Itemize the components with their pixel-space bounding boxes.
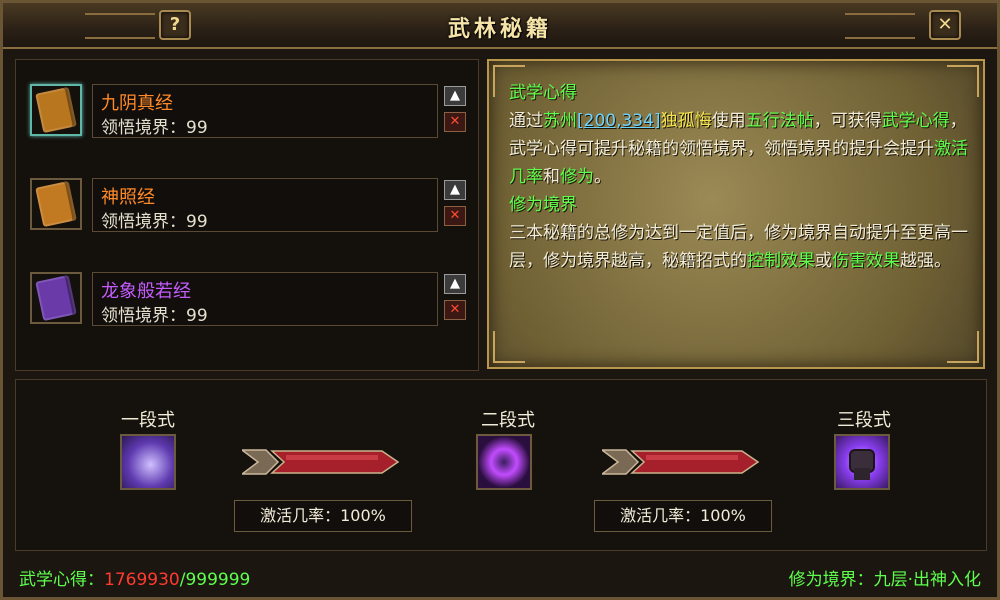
dark-grab-icon[interactable] [476,434,532,490]
stage-label-2: 二段式 [481,410,535,431]
text: 。 [594,167,611,187]
book-icon[interactable] [30,178,82,230]
heading-xiuwei-jingjie: 修为境界 [509,195,577,215]
martial-secrets-window: ? 武林秘籍 ✕ 九阴真经 领悟境界：99 ▲ ✕ 神照经 领悟境界：99 ▲ … [0,0,1000,600]
text: 通过 [509,111,543,131]
stage-label-1: 一段式 [121,410,175,431]
move-up-button[interactable]: ▲ [444,180,466,200]
paragraph-wuxue-xinde: 通过苏州[200,334]独孤悔使用五行法帖，可获得武学心得，武学心得可提升秘籍… [509,107,969,191]
info-panel: 武学心得 通过苏州[200,334]独孤悔使用五行法帖，可获得武学心得，武学心得… [487,59,985,369]
xinde-current: 1769930 [104,570,180,590]
book-name: 龙象般若经 [101,281,191,302]
title-bar: ? 武林秘籍 ✕ [3,3,997,49]
footer-bar: 武学心得：1769930/999999 修为境界：九层·出神入化 [15,559,985,593]
book-item-jiuyin[interactable]: 九阴真经 领悟境界：99 ▲ ✕ [26,76,468,142]
book-cover-icon [35,180,77,228]
heading-wuxue-xinde: 武学心得 [509,83,577,103]
close-button[interactable]: ✕ [929,10,961,40]
keyword: 武学心得 [881,111,950,131]
text: 越强。 [900,251,951,271]
book-level: 领悟境界：99 [101,306,208,326]
book-cover-icon [35,274,77,322]
book-icon[interactable] [30,84,82,136]
keyword: 伤害效果 [832,251,900,271]
city-name: 苏州 [543,111,577,131]
remove-button[interactable]: ✕ [444,112,466,132]
corner-ornament [493,331,525,363]
activation-rate-1: 激活几率：100% [234,500,412,532]
purple-claw-icon[interactable] [120,434,176,490]
remove-button[interactable]: ✕ [444,206,466,226]
xinde-label: 武学心得： [19,570,104,590]
item-name: 五行法帖 [745,111,814,131]
paragraph-xiuwei-jingjie: 三本秘籍的总修为达到一定值后，修为境界自动提升至更高一层，修为境界越高，秘籍招式… [509,219,969,275]
skill-stages-panel: 一段式 激活几率：100% 二段式 激活几率：100% 三段式 [15,379,987,551]
npc-name: 独孤悔 [660,111,712,131]
corner-ornament [947,331,979,363]
keyword: 修为 [560,167,594,187]
fist-icon[interactable] [834,434,890,490]
book-name: 九阴真经 [101,93,173,114]
book-item-longxiang[interactable]: 龙象般若经 领悟境界：99 ▲ ✕ [26,264,468,330]
book-info-box: 龙象般若经 领悟境界：99 [92,272,438,326]
move-up-button[interactable]: ▲ [444,86,466,106]
title-ornament-right [845,13,915,39]
fist-shape [849,449,875,480]
arrow-right-icon [242,449,400,475]
coordinate-link[interactable]: [200,334] [577,111,661,131]
text: ，可获得 [813,111,882,131]
book-info-box: 神照经 领悟境界：99 [92,178,438,232]
activation-rate-2: 激活几率：100% [594,500,772,532]
xinde-max: /999999 [179,570,251,590]
text: 和 [543,167,560,187]
remove-button[interactable]: ✕ [444,300,466,320]
stage-label-3: 三段式 [837,410,891,431]
book-level: 领悟境界：99 [101,118,208,138]
book-name: 神照经 [101,187,155,208]
book-item-shenzhao[interactable]: 神照经 领悟境界：99 ▲ ✕ [26,170,468,236]
book-list-panel: 九阴真经 领悟境界：99 ▲ ✕ 神照经 领悟境界：99 ▲ ✕ 龙象般若经 领 [15,59,479,371]
text: 或 [815,251,832,271]
text: 使用 [711,111,746,131]
xiuwei-realm: 修为境界：九层·出神入化 [788,570,981,590]
move-up-button[interactable]: ▲ [444,274,466,294]
book-cover-icon [35,86,77,134]
book-icon[interactable] [30,272,82,324]
book-info-box: 九阴真经 领悟境界：99 [92,84,438,138]
xinde-counter: 武学心得：1769930/999999 [19,565,250,590]
book-level: 领悟境界：99 [101,212,208,232]
arrow-right-icon [602,449,760,475]
keyword: 控制效果 [747,251,815,271]
info-text: 武学心得 通过苏州[200,334]独孤悔使用五行法帖，可获得武学心得，武学心得… [509,79,969,275]
